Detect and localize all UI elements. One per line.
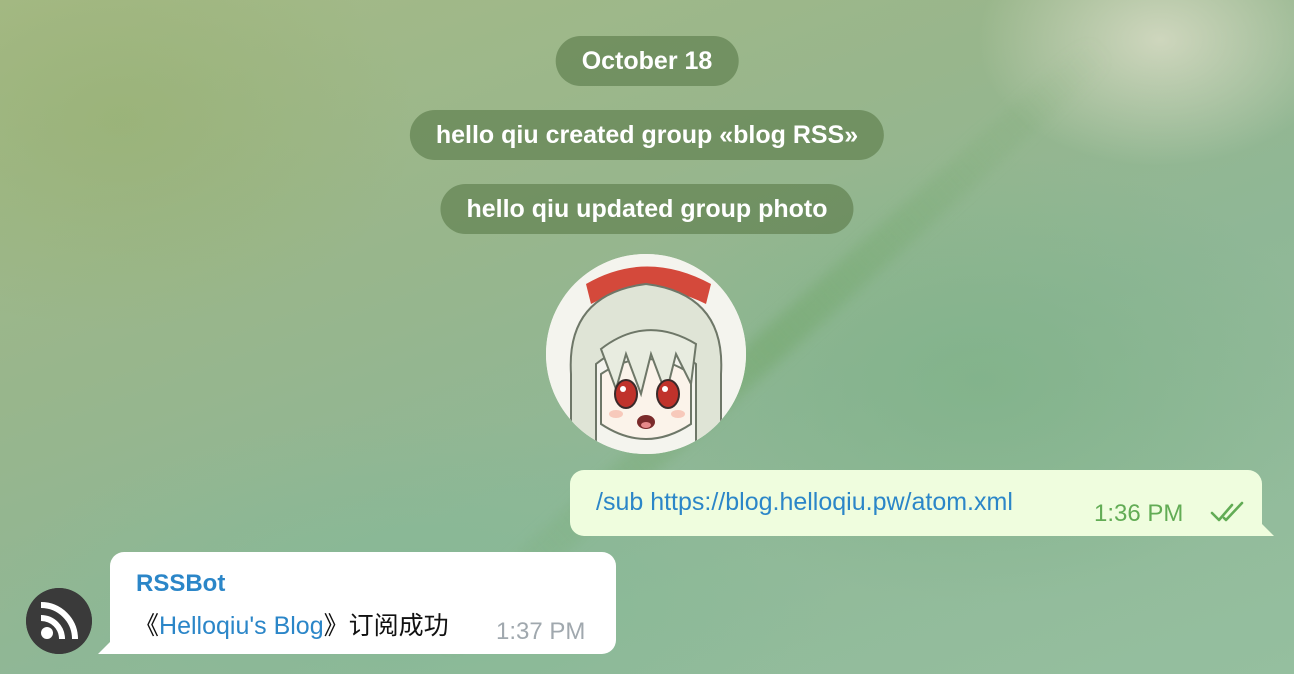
- message-text[interactable]: /sub https://blog.helloqiu.pw/atom.xml: [596, 488, 1013, 517]
- incoming-message[interactable]: RSSBot 《Helloqiu's Blog》订阅成功 1:37 PM: [98, 552, 616, 654]
- blog-link[interactable]: Helloqiu's Blog: [159, 612, 324, 640]
- message-time: 1:36 PM: [1094, 500, 1184, 527]
- message-time: 1:37 PM: [496, 618, 586, 645]
- service-message-group-created: hello qiu created group «blog RSS»: [409, 110, 885, 160]
- bot-avatar[interactable]: [26, 588, 92, 654]
- date-separator: October 18: [555, 36, 739, 86]
- subscribe-success-text: 》订阅成功: [323, 612, 449, 640]
- chat-background: October 18 hello qiu created group «blog…: [0, 0, 1294, 674]
- double-check-icon: [1210, 501, 1244, 522]
- group-photo[interactable]: [546, 254, 746, 454]
- sender-name[interactable]: RSSBot: [136, 570, 225, 598]
- anime-girl-illustration: [546, 254, 746, 454]
- open-bracket: 《: [134, 612, 160, 640]
- message-text: 《Helloqiu's Blog》订阅成功: [134, 606, 449, 642]
- service-message-photo-updated: hello qiu updated group photo: [440, 184, 854, 234]
- rss-feed-icon: [26, 588, 92, 654]
- outgoing-message[interactable]: /sub https://blog.helloqiu.pw/atom.xml 1…: [570, 470, 1274, 536]
